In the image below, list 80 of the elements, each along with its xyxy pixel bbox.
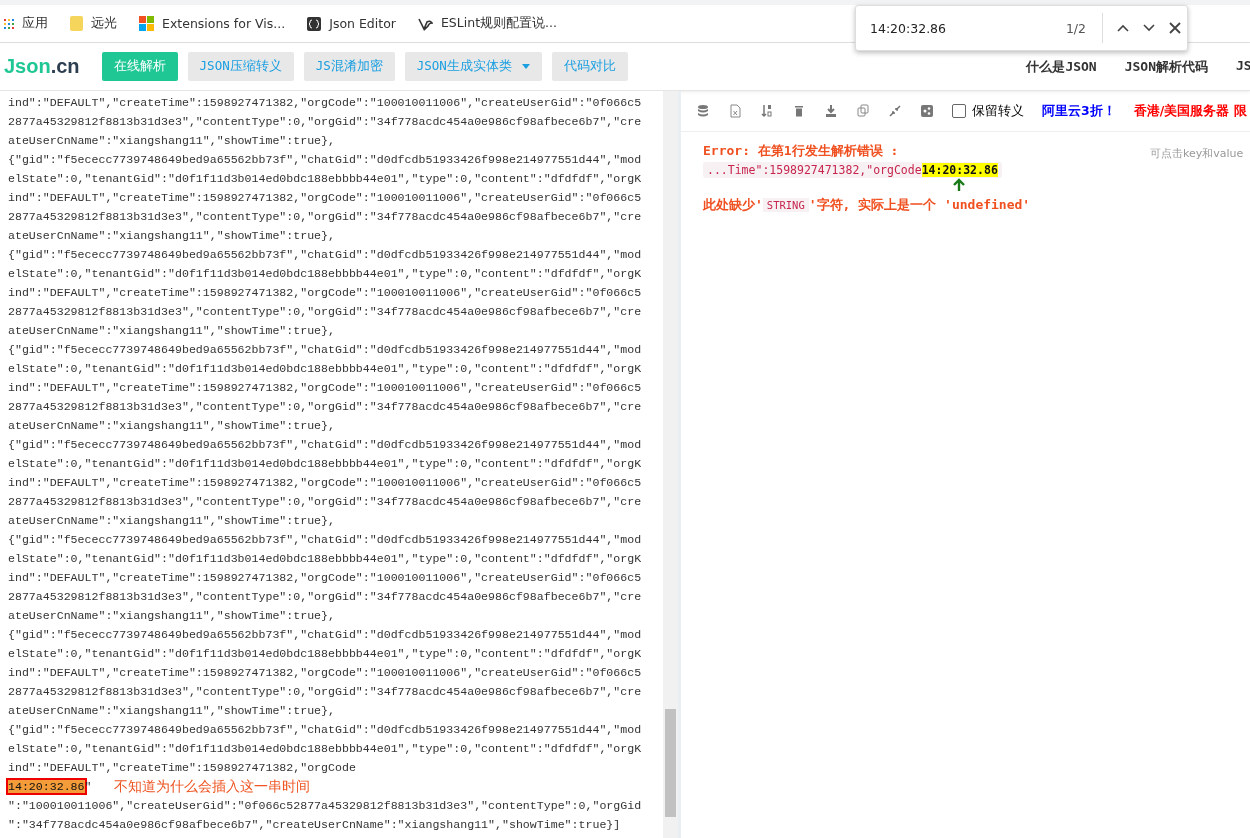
bookmark-link[interactable]: Json Editor bbox=[329, 16, 396, 31]
windows-logo-icon bbox=[139, 16, 154, 31]
code-line: ateUserCnName":"xiangshang11","showTime":true}, bbox=[8, 133, 336, 149]
database-icon[interactable] bbox=[696, 104, 710, 118]
code-line: ateUserCnName":"xiangshang11","showTime":true}, bbox=[8, 703, 336, 719]
code-line: ateUserCnName":"xiangshang11","showTime":true}, bbox=[8, 228, 336, 244]
code-line: elState":0,"tenantGid":"d0f1f11d3b014ed0bdc188ebbbb44e01","type":0,"content":"dfdfdf","orgK bbox=[8, 646, 643, 662]
find-query-field[interactable]: 14:20:32.86 bbox=[870, 20, 1040, 36]
code-line: {"gid":"f5ececc7739748649bed9a65562bb73f","chatGid":"d0dfcdb51933426f998e214977551d44","mod bbox=[8, 532, 643, 548]
compress-arrows-icon[interactable] bbox=[888, 104, 902, 118]
bookmark-link[interactable]: Extensions for Vis... bbox=[162, 16, 286, 31]
apps-grid-icon bbox=[4, 18, 14, 29]
code-line: {"gid":"f5ececc7739748649bed9a65562bb73f","chatGid":"d0dfcdb51933426f998e214977551d44","mod bbox=[8, 437, 643, 453]
code-line: 2877a45329812f8813b31d3e3","contentType":0,"orgGid":"34f778acdc454a0e986cf98afbece6b7","cre bbox=[8, 399, 643, 415]
bird-logo-icon bbox=[417, 16, 433, 31]
close-icon[interactable] bbox=[1169, 22, 1181, 34]
nav-link[interactable]: JSON解析代码 bbox=[1124, 57, 1208, 76]
code-line: ind":"DEFAULT","createTime":1598927471382,"orgCode":"100010011006","createUserGid":"0f066c5 bbox=[8, 285, 643, 301]
match-count: 1/2 bbox=[1064, 20, 1086, 36]
code-line: {"gid":"f5ececc7739748649bed9a65562bb73f","chatGid":"d0dfcdb51933426f998e214977551d44","mod bbox=[8, 722, 643, 738]
code-line: elState":0,"tenantGid":"d0f1f11d3b014ed0bdc188ebbbb44e01","type":0,"content":"dfdfdf","orgK bbox=[8, 266, 643, 282]
code-line: ind":"DEFAULT","createTime":1598927471382,"orgCode":"100010011006","createUserGid":"0f066c5 bbox=[8, 380, 643, 396]
promo-link[interactable]: 阿里云3折！ bbox=[1042, 102, 1116, 120]
search-match-highlight: 14:20:32.86 bbox=[8, 780, 85, 793]
promo-link[interactable]: 香港/美国服务器 限 bbox=[1133, 102, 1247, 120]
code-line: ateUserCnName":"xiangshang11","showTime":true}, bbox=[8, 323, 336, 339]
code-line: ind":"DEFAULT","createTime":1598927471382,"orgCode":"100010011006","createUserGid":"0f066c5 bbox=[8, 475, 643, 491]
excel-file-icon[interactable] bbox=[728, 104, 742, 118]
bookmark-link[interactable]: 应用 bbox=[22, 15, 48, 32]
code-line: 2877a45329812f8813b31d3e3","contentType":0,"orgGid":"34f778acdc454a0e986cf98afbece6b7","cre bbox=[8, 304, 643, 320]
code-line: ind":"DEFAULT","createTime":1598927471382,"orgCode":"100010011006","createUserGid":"0f066c5 bbox=[8, 570, 643, 586]
code-line: elState":0,"tenantGid":"d0f1f11d3b014ed0bdc188ebbbb44e01","type":0,"content":"dfdfdf","orgK bbox=[8, 361, 643, 377]
share-icon[interactable] bbox=[920, 104, 934, 118]
code-line: ":"100010011006","createUserGid":"0f066c52877a45329812f8813b31d3e3","contentType":0,"orgGid bbox=[8, 798, 643, 814]
checkbox[interactable] bbox=[952, 104, 966, 118]
annotation-note: 不知道为什么会插入这一串时间 bbox=[113, 777, 310, 796]
code-line: elState":0,"tenantGid":"d0f1f11d3b014ed0bdc188ebbbb44e01","type":0,"content":"dfdfdf","orgK bbox=[8, 456, 643, 472]
error-context: ...Time":1598927471382,"orgCode14:20:32.86 bbox=[703, 162, 1002, 178]
code-line: ind":"DEFAULT","createTime":1598927471382,"orgCode":"100010011006","createUserGid":"0f066c5 bbox=[8, 665, 643, 681]
code-line: 2877a45329812f8813b31d3e3","contentType":0,"orgGid":"34f778acdc454a0e986cf98afbece6b7","cre bbox=[8, 589, 643, 605]
sort-icon[interactable] bbox=[760, 104, 774, 118]
error-title: Error: 在第1行发生解析错误 : bbox=[703, 142, 899, 160]
up-arrow-icon bbox=[953, 178, 965, 192]
scrollbar-thumb[interactable] bbox=[665, 709, 676, 817]
code-line: 2877a45329812f8813b31d3e3","contentType":0,"orgGid":"34f778acdc454a0e986cf98afbece6b7","cre bbox=[8, 209, 643, 225]
code-line: 2877a45329812f8813b31d3e3","contentType":0,"orgGid":"34f778acdc454a0e986cf98afbece6b7","cre bbox=[8, 494, 643, 510]
code-line: elState":0,"tenantGid":"d0f1f11d3b014ed0bdc188ebbbb44e01","type":0,"content":"dfdfdf","orgK bbox=[8, 551, 643, 567]
caret-icon bbox=[521, 64, 530, 69]
code-line: 2877a45329812f8813b31d3e3","contentType":0,"orgGid":"34f778acdc454a0e986cf98afbece6b7","cre bbox=[8, 684, 643, 700]
braces-icon bbox=[307, 16, 322, 31]
code-line: ind":"DEFAULT","createTime":1598927471382,"orgCode":"100010011006","createUserGid":"0f066c5 bbox=[8, 190, 643, 206]
copy-icon[interactable] bbox=[856, 104, 870, 118]
code-line: elState":0,"tenantGid":"d0f1f11d3b014ed0bdc188ebbbb44e01","type":0,"content":"dfdfdf","orgK bbox=[8, 741, 643, 757]
code-line: ateUserCnName":"xiangshang11","showTime":true}, bbox=[8, 418, 336, 434]
download-icon[interactable] bbox=[824, 104, 838, 118]
code-line: elState":0,"tenantGid":"d0f1f11d3b014ed0bdc188ebbbb44e01","type":0,"content":"dfdfdf","orgK bbox=[8, 171, 643, 187]
bookmark-link[interactable]: 远光 bbox=[91, 15, 117, 32]
site-logo[interactable]: Json.cn bbox=[4, 55, 80, 78]
chevron-down-icon[interactable] bbox=[1143, 24, 1155, 32]
code-line: {"gid":"f5ececc7739748649bed9a65562bb73f","chatGid":"d0dfcdb51933426f998e214977551d44","mod bbox=[8, 627, 643, 643]
checkbox-label: 保留转义 bbox=[972, 102, 1024, 120]
nav-link[interactable]: JS bbox=[1236, 57, 1250, 76]
chevron-up-icon[interactable] bbox=[1117, 24, 1129, 32]
code-line: ":"34f778acdc454a0e986cf98afbece6b7","createUserCnName":"xiangshang11","showTime":true}] bbox=[8, 817, 622, 833]
code-line: ind":"DEFAULT","createTime":1598927471382,"orgCode":"100010011006","createUserGid":"0f066c5 bbox=[8, 95, 643, 111]
code-line: 2877a45329812f8813b31d3e3","contentType":0,"orgGid":"34f778acdc454a0e986cf98afbece6b7","cre bbox=[8, 114, 643, 130]
code-line: {"gid":"f5ececc7739748649bed9a65562bb73f","chatGid":"d0dfcdb51933426f998e214977551d44","mod bbox=[8, 152, 643, 168]
code-line: ateUserCnName":"xiangshang11","showTime":true}, bbox=[8, 608, 336, 624]
nav-link[interactable]: 什么是JSON bbox=[1026, 57, 1097, 76]
error-message: 此处缺少' STRING '字符, 实际上是一个 'undefined' bbox=[703, 196, 1032, 214]
trash-icon[interactable] bbox=[792, 104, 806, 118]
code-line: ateUserCnName":"xiangshang11","showTime":true}, bbox=[8, 513, 336, 529]
code-line: {"gid":"f5ececc7739748649bed9a65562bb73f","chatGid":"d0dfcdb51933426f998e214977551d44","mod bbox=[8, 247, 643, 263]
code-line: {"gid":"f5ececc7739748649bed9a65562bb73f","chatGid":"d0dfcdb51933426f998e214977551d44","mod bbox=[8, 342, 643, 358]
bookmark-link[interactable]: ESLint规则配置说... bbox=[440, 15, 557, 32]
folder-icon bbox=[70, 16, 83, 31]
hint-text: 可点击key和value bbox=[1150, 146, 1245, 161]
code-line: ind":"DEFAULT","createTime":1598927471382,"orgCode bbox=[8, 760, 357, 776]
scrollbar[interactable] bbox=[663, 91, 678, 838]
code-line: " bbox=[84, 780, 92, 793]
